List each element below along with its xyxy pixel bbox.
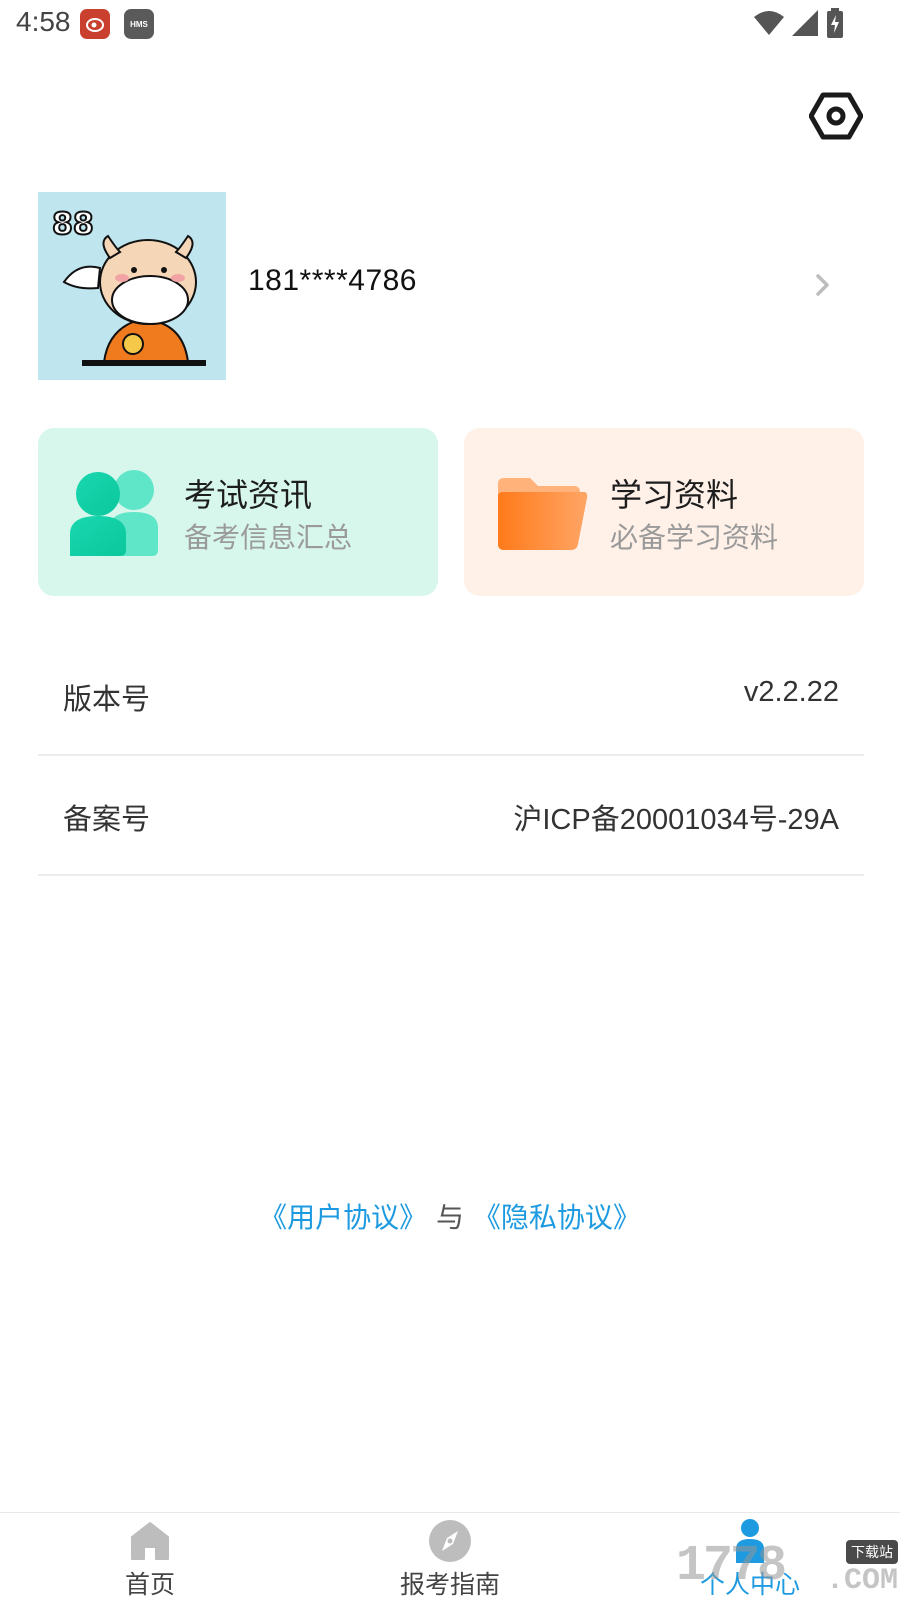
card-subtitle: 必备学习资料: [610, 521, 779, 554]
status-icons: [754, 8, 844, 38]
battery-icon: [827, 8, 843, 38]
user-agreement-link[interactable]: 《用户协议》: [259, 1201, 427, 1234]
icp-row[interactable]: 备案号 沪ICP备20001034号-29A: [38, 756, 864, 876]
watermark-badge: 下载站: [846, 1540, 898, 1564]
chevron-right-icon: [816, 274, 829, 296]
watermark: 1778 下载站 .COM: [676, 1538, 900, 1600]
agreement-joiner: 与: [435, 1201, 464, 1234]
cartoon-cow-avatar: 88: [38, 192, 226, 380]
folder-icon: [498, 478, 588, 550]
users-icon: [70, 470, 158, 556]
compass-icon: [429, 1520, 471, 1562]
status-time: 4:58: [16, 6, 71, 37]
avatar[interactable]: 88: [38, 192, 226, 380]
card-title: 学习资料: [610, 476, 739, 514]
home-icon: [131, 1522, 169, 1560]
exam-news-card[interactable]: 考试资讯 备考信息汇总: [38, 428, 438, 596]
privacy-agreement-link[interactable]: 《隐私协议》: [473, 1201, 641, 1234]
nav-guide[interactable]: 报考指南: [350, 1513, 550, 1600]
version-label: 版本号: [63, 682, 151, 716]
version-row: 版本号 v2.2.22: [38, 636, 864, 756]
status-bar: 4:58 HMS: [0, 0, 900, 48]
icp-value[interactable]: 沪ICP备20001034号-29A: [513, 796, 839, 838]
nav-guide-label: 报考指南: [399, 1570, 500, 1599]
profile-row[interactable]: 88 181****4786: [38, 192, 860, 380]
hms-icon: HMS: [124, 9, 154, 39]
watermark-text: 1778: [676, 1538, 787, 1595]
nav-home[interactable]: 首页: [50, 1513, 250, 1600]
agreement-links: 《用户协议》 与 《隐私协议》: [0, 1196, 900, 1236]
card-title: 考试资讯: [184, 476, 313, 514]
nav-home-label: 首页: [124, 1570, 175, 1599]
weibo-app-icon: [80, 9, 110, 39]
card-subtitle: 备考信息汇总: [184, 521, 353, 554]
hexagon-settings-icon: [809, 92, 863, 140]
signal-icon: [792, 10, 818, 36]
icp-label: 备案号: [63, 802, 151, 836]
settings-button[interactable]: [806, 88, 866, 144]
study-materials-card[interactable]: 学习资料 必备学习资料: [464, 428, 864, 596]
watermark-suffix: .COM: [825, 1564, 898, 1598]
version-value: v2.2.22: [743, 676, 839, 708]
wifi-icon: [754, 11, 784, 35]
phone-number: 181****4786: [248, 264, 417, 297]
svg-text:88: 88: [52, 207, 94, 242]
